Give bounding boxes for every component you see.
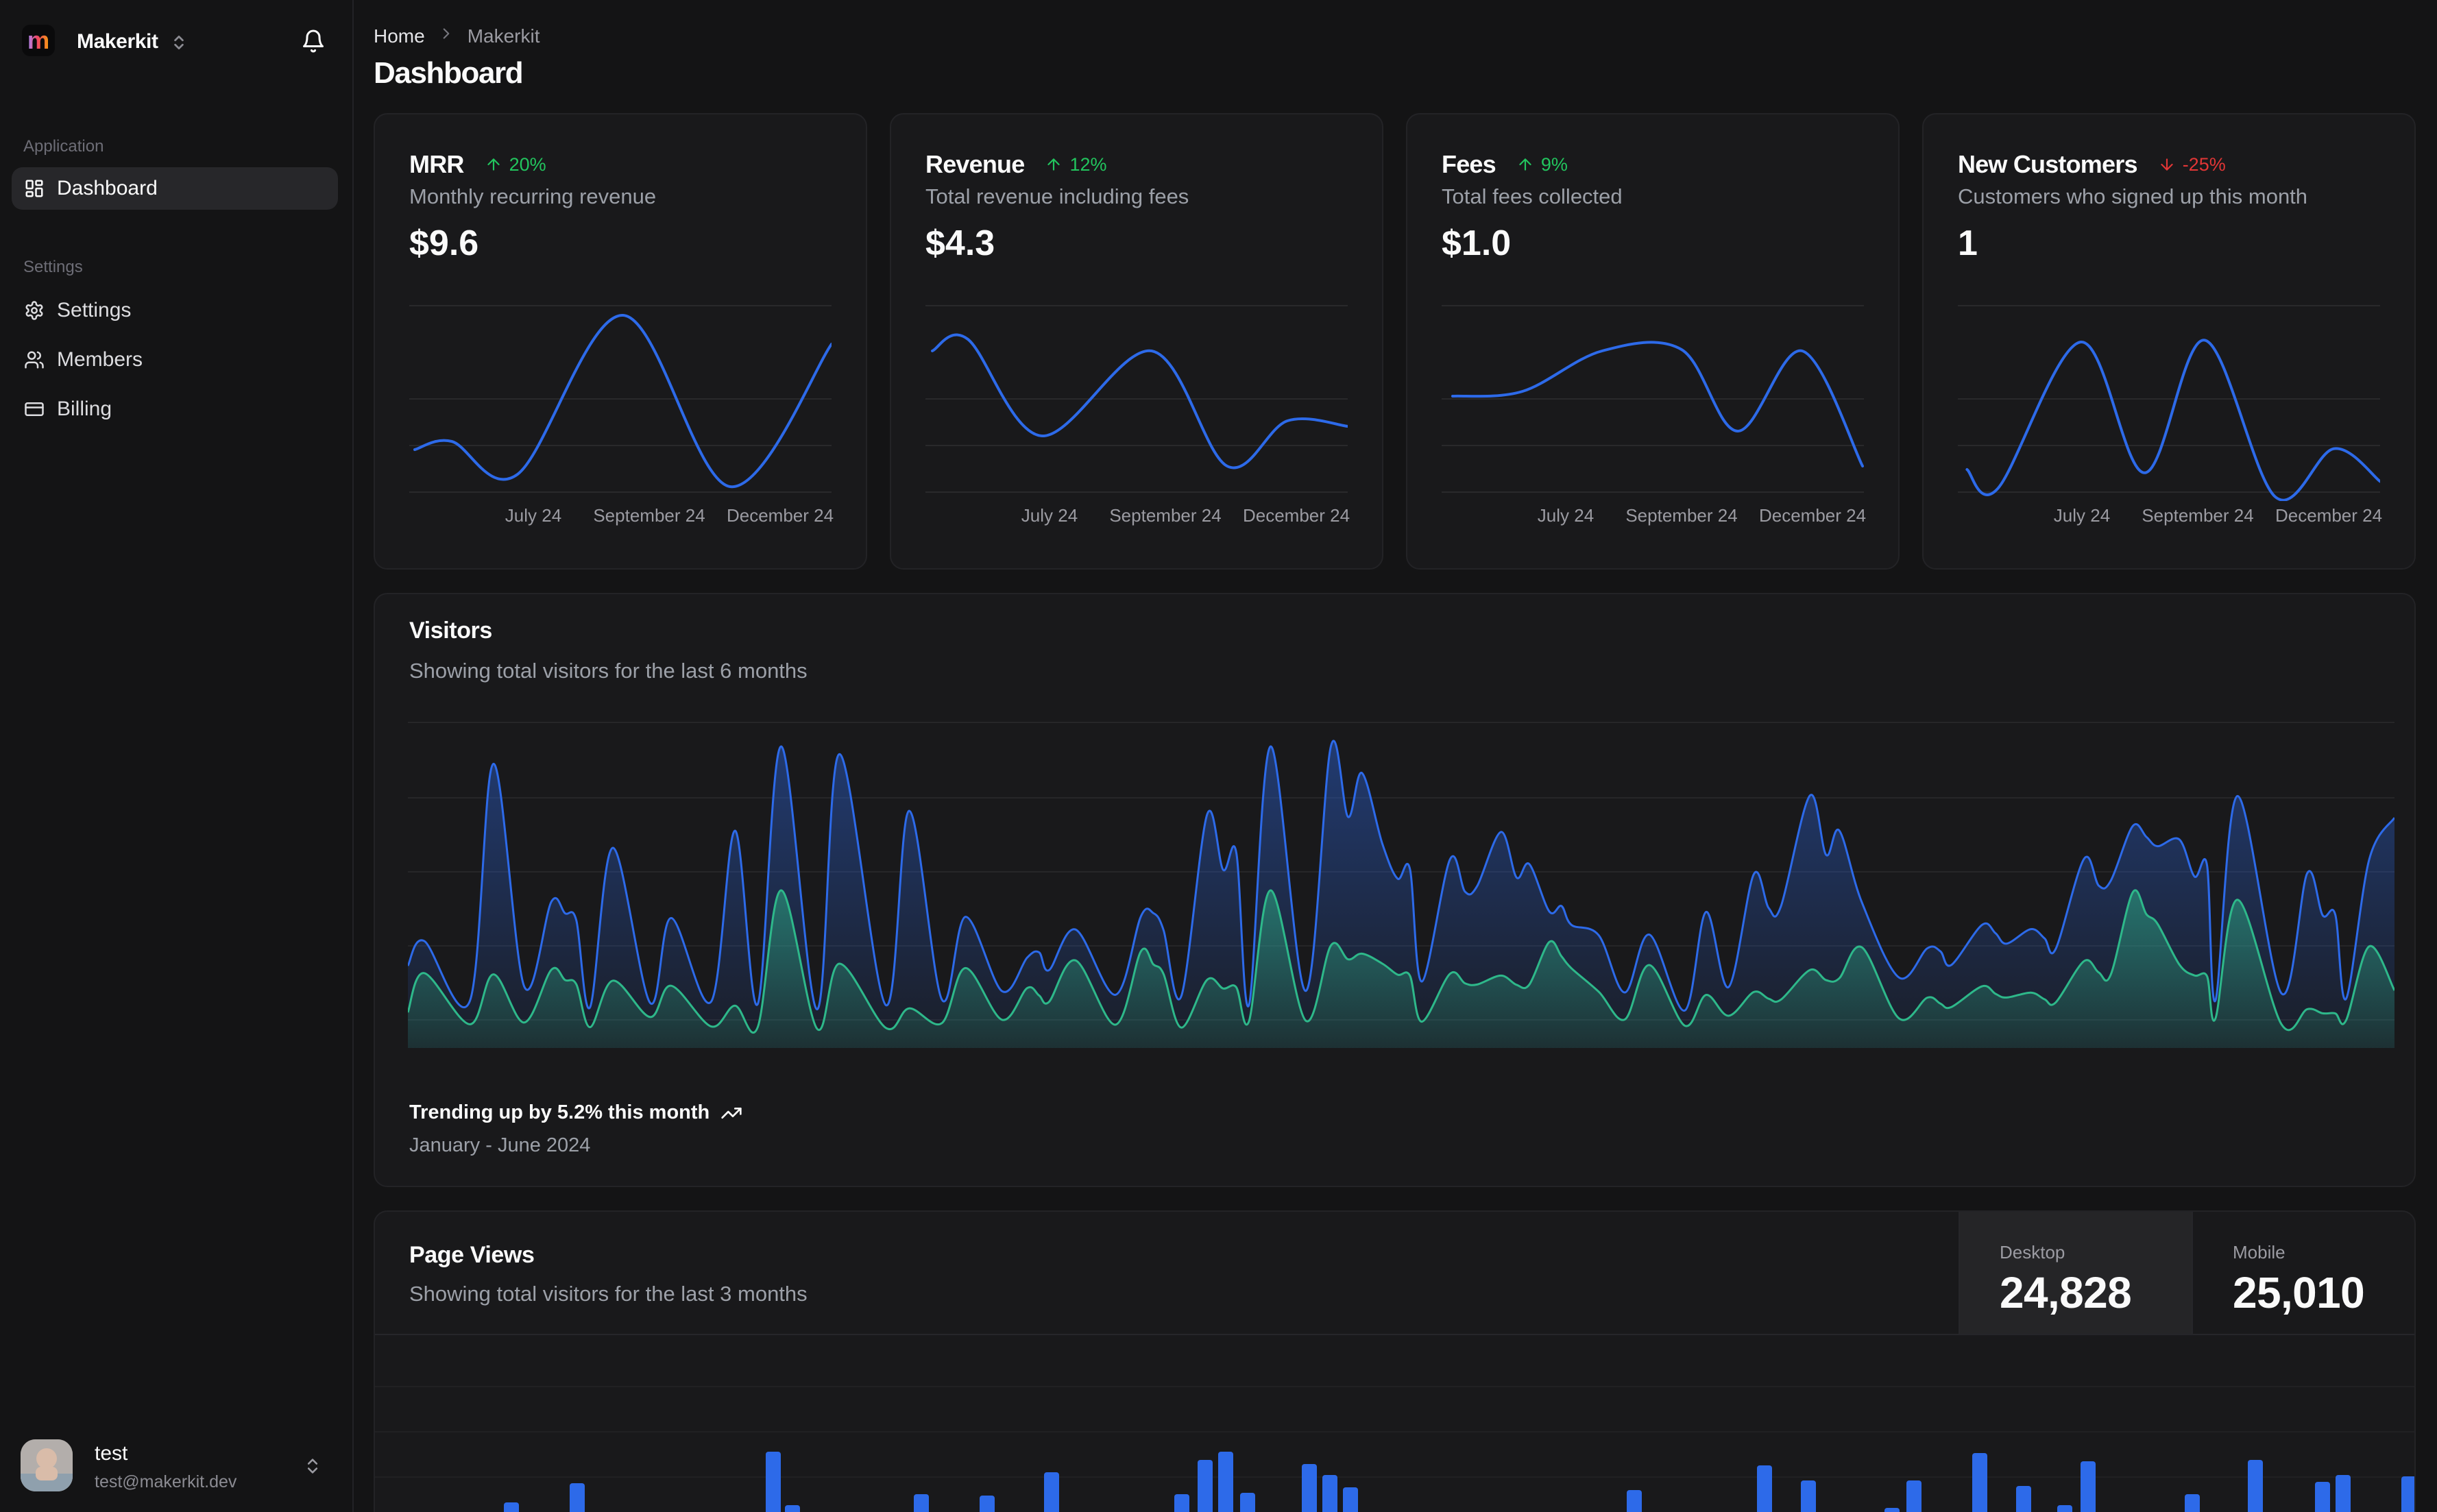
svg-text:m: m	[27, 26, 49, 54]
